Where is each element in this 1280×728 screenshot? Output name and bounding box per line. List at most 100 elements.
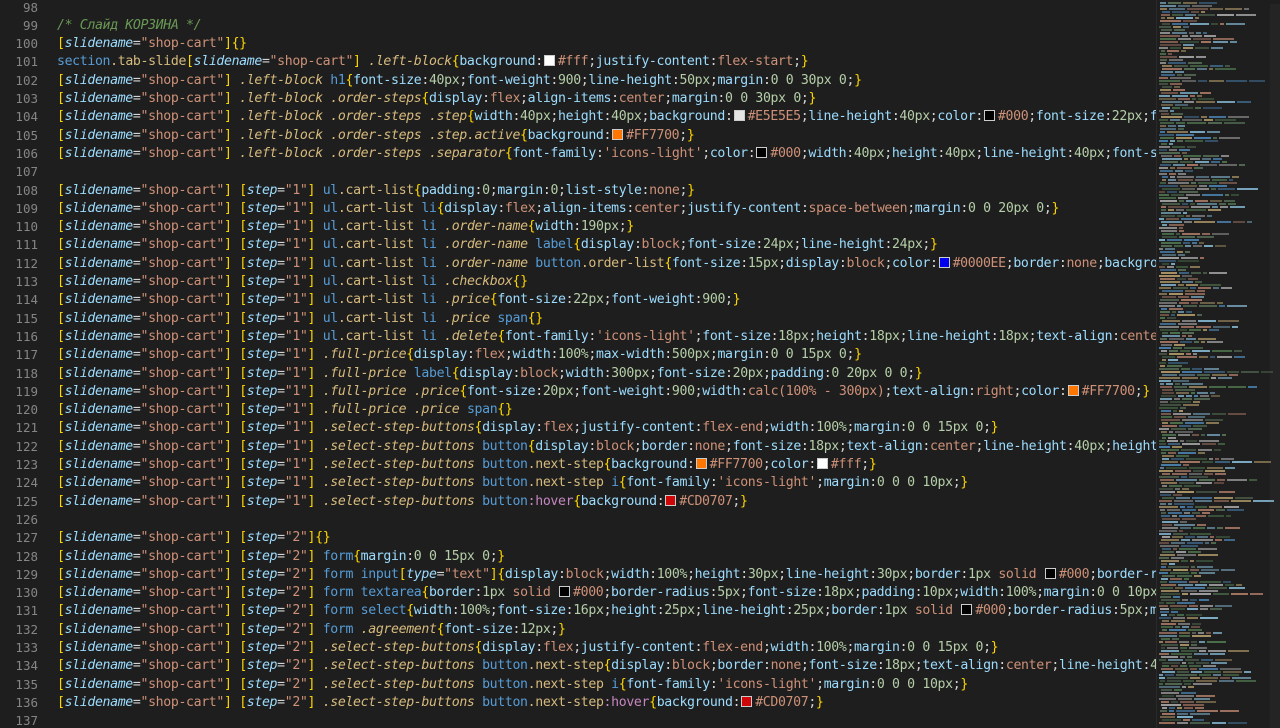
code-line[interactable]: 109 [slidename="shop-cart"] [step="1"] ul… <box>0 200 1156 218</box>
code-token: slidename <box>64 530 134 546</box>
minimap-line <box>1161 623 1176 625</box>
minimap-line <box>1162 665 1169 667</box>
minimap-line <box>1178 452 1196 454</box>
code-line[interactable]: 115 [slidename="shop-cart"] [step="1"] ul… <box>0 310 1156 328</box>
code-line[interactable]: 135 [slidename="shop-cart"] [step="2"] .s… <box>0 676 1156 694</box>
code-token: none <box>770 658 802 674</box>
code-line[interactable]: 121 [slidename="shop-cart"] [step="1"] .s… <box>0 419 1156 437</box>
code-line[interactable]: 131 [slidename="shop-cart"] [step="2"] fo… <box>0 602 1156 620</box>
code-line[interactable]: 137 <box>0 712 1156 728</box>
minimap-line <box>1183 404 1199 406</box>
code-line[interactable]: 104 [slidename="shop-cart"] .left-block .… <box>0 108 1156 126</box>
color-swatch[interactable] <box>695 458 707 469</box>
color-swatch[interactable] <box>665 494 677 506</box>
code-line[interactable]: 99/* Слайд КОРЗИНА */ <box>0 17 1156 35</box>
code-token: margin <box>497 182 543 198</box>
code-line[interactable]: 117 [slidename="shop-cart"] [step="1"] .f… <box>0 346 1156 364</box>
code-token: line-height <box>907 328 991 344</box>
code-line[interactable]: 112 [slidename="shop-cart"] [step="1"] ul… <box>0 255 1156 273</box>
color-swatch[interactable] <box>1067 384 1079 396</box>
minimap-line <box>1180 461 1200 463</box>
code-line[interactable]: 119 [slidename="shop-cart"] [step="1"] .f… <box>0 383 1156 401</box>
code-line[interactable]: 136 [slidename="shop-cart"] [step="2"] .s… <box>0 694 1156 712</box>
code-line[interactable]: 98 <box>0 0 1156 17</box>
code-line[interactable]: 129 [slidename="shop-cart"] [step="2"] fo… <box>0 566 1156 584</box>
vertical-scrollbar[interactable] <box>1270 4 1280 728</box>
code-token: .tab-slide <box>110 54 187 70</box>
minimap-line <box>1213 287 1219 289</box>
color-swatch[interactable] <box>983 110 995 122</box>
code-line[interactable]: 118 [slidename="shop-cart"] [step="1"] .f… <box>0 365 1156 383</box>
code-line[interactable]: 134 [slidename="shop-cart"] [step="2"] .s… <box>0 657 1156 675</box>
code-line[interactable]: 123 [slidename="shop-cart"] [step="1"] .s… <box>0 456 1156 474</box>
code-line[interactable]: 100 [slidename="shop-cart"]{} <box>0 35 1156 53</box>
minimap-line <box>1168 209 1174 211</box>
code-line[interactable]: 105 [slidename="shop-cart"] .left-block .… <box>0 127 1156 145</box>
minimap-line <box>1159 488 1173 490</box>
code-line[interactable]: 106 [slidename="shop-cart"] .left-block .… <box>0 145 1156 163</box>
code-token: [ <box>57 292 65 308</box>
code-token: "shop-cart" <box>140 658 225 674</box>
minimap-line <box>1170 605 1187 607</box>
code-token: "1" <box>284 347 308 363</box>
minimap-line <box>1162 296 1176 298</box>
color-swatch[interactable] <box>612 128 624 140</box>
color-swatch[interactable] <box>756 146 768 158</box>
minimap-line <box>1161 416 1172 418</box>
code-line[interactable]: 110 [slidename="shop-cart"] [step="1"] ul… <box>0 218 1156 236</box>
code-line[interactable]: 125 [slidename="shop-cart"] [step="1"] .s… <box>0 493 1156 511</box>
minimap-line <box>1168 452 1176 454</box>
minimap-line <box>1174 245 1183 247</box>
code-token: li <box>421 292 437 308</box>
code-token: [ <box>186 54 194 70</box>
code-line[interactable]: 107 <box>0 163 1156 181</box>
code-token: ; <box>558 182 566 198</box>
color-swatch[interactable] <box>559 586 571 598</box>
color-swatch[interactable] <box>733 110 745 122</box>
minimap-line <box>1224 539 1235 541</box>
code-token: [ <box>57 127 65 143</box>
code-token: :hover <box>603 694 650 710</box>
code-token: ; <box>884 255 893 271</box>
color-swatch[interactable] <box>543 55 555 67</box>
color-swatch[interactable] <box>938 256 950 268</box>
code-token: width <box>770 420 809 436</box>
code-line[interactable]: 127 [slidename="shop-cart"] [step="2"]{} <box>0 529 1156 547</box>
code-line[interactable]: 122 [slidename="shop-cart"] [step="1"] .s… <box>0 438 1156 456</box>
code-text: [slidename="shop-cart"] [step="1"] ul.ca… <box>57 182 695 200</box>
minimap[interactable] <box>1156 0 1280 728</box>
minimap-line <box>1204 371 1225 373</box>
code-line[interactable]: 130 [slidename="shop-cart"] [step="2"] fo… <box>0 584 1156 602</box>
code-token: "shop-cart" <box>140 457 225 472</box>
code-line[interactable]: 114 [slidename="shop-cart"] [step="1"] ul… <box>0 291 1156 309</box>
color-swatch[interactable] <box>816 458 828 469</box>
minimap-line <box>1199 674 1211 676</box>
code-line[interactable]: 113 [slidename="shop-cart"] [step="1"] ul… <box>0 273 1156 291</box>
code-token: margin <box>1043 585 1090 601</box>
minimap-line <box>1178 269 1186 271</box>
minimap-line <box>1181 539 1190 541</box>
color-swatch[interactable] <box>741 695 753 707</box>
code-editor[interactable]: 98 99/* Слайд КОРЗИНА */100 [slidename="sh… <box>0 0 1280 728</box>
minimap-line <box>1198 548 1217 550</box>
code-line[interactable]: 111 [slidename="shop-cart"] [step="1"] ul… <box>0 236 1156 254</box>
code-line[interactable]: 126 <box>0 511 1156 529</box>
code-token: line-height <box>785 566 870 582</box>
code-line[interactable]: 101 section.tab-slide[slidename="shop-car… <box>0 53 1156 71</box>
code-line[interactable]: 132 [slidename="shop-cart"] [step="2"] fo… <box>0 621 1156 639</box>
color-swatch[interactable] <box>961 604 973 616</box>
minimap-line <box>1189 581 1198 583</box>
code-line[interactable]: 108 [slidename="shop-cart"] [step="1"] ul… <box>0 182 1156 200</box>
code-line[interactable]: 128 [slidename="shop-cart"] [step="2"] fo… <box>0 548 1156 566</box>
code-line[interactable]: 133 [slidename="shop-cart"] [step="2"] .s… <box>0 639 1156 657</box>
code-area[interactable]: 98 99/* Слайд КОРЗИНА */100 [slidename="sh… <box>0 0 1156 728</box>
code-line[interactable]: 116 [slidename="shop-cart"] [step="1"] ul… <box>0 328 1156 346</box>
code-line[interactable]: 124 [slidename="shop-cart"] [step="1"] .s… <box>0 474 1156 492</box>
minimap-line <box>1218 443 1225 445</box>
code-line[interactable]: 103 [slidename="shop-cart"] .left-block .… <box>0 90 1156 108</box>
code-line[interactable]: 120 [slidename="shop-cart"] [step="1"] .f… <box>0 401 1156 419</box>
code-line[interactable]: 102 [slidename="shop-cart"] .left-block h… <box>0 72 1156 90</box>
code-token: slidename <box>64 109 134 125</box>
color-swatch[interactable] <box>1044 567 1056 579</box>
minimap-line <box>1210 653 1225 655</box>
